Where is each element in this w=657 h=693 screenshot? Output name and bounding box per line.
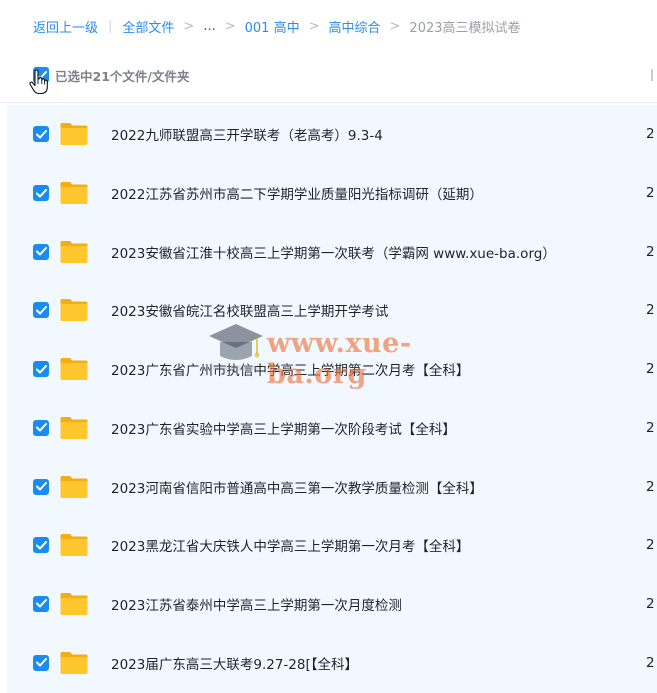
file-name[interactable]: 2023安徽省皖江名校联盟高三上学期开学考试 (111, 300, 388, 320)
checkbox-checked-icon (35, 540, 47, 550)
file-date: 2 (646, 185, 655, 202)
file-name[interactable]: 2022江苏省苏州市高二下学期学业质量阳光指标调研（延期） (111, 183, 483, 203)
row-checkbox[interactable] (33, 654, 49, 671)
breadcrumb-separator: > (389, 18, 401, 34)
list-item[interactable]: 2023河南省信阳市普通高中高三第一次教学质量检测【全科】 2 (7, 457, 657, 516)
checkbox-checked-icon (35, 482, 47, 491)
file-date: 2 (646, 478, 655, 495)
pointer-cursor-icon (29, 69, 48, 95)
row-checkbox[interactable] (33, 302, 49, 319)
selection-count: 已选中21个文件/文件夹 (55, 68, 190, 84)
row-checkbox[interactable] (33, 537, 49, 554)
folder-icon (60, 651, 88, 674)
breadcrumb-separator: > (308, 18, 320, 34)
file-name[interactable]: 2023届广东高三大联考9.27-28[【全科】 (111, 653, 358, 673)
breadcrumb: 返回上一级 | 全部文件 > ... > 001 高中 > 高中综合 > 202… (33, 14, 521, 38)
list-item[interactable]: 2023广东省广州市执信中学高三上学期第二次月考【全科】 2 (7, 340, 657, 399)
file-name[interactable]: 2022九师联盟高三开学联考（老高考）9.3-4 (111, 124, 383, 144)
checkbox-checked-icon (35, 188, 47, 198)
file-name[interactable]: 2023安徽省江淮十校高三上学期第一次联考（学霸网 www.xue-ba.org… (111, 242, 556, 262)
list-item[interactable]: 2023安徽省江淮十校高三上学期第一次联考（学霸网 www.xue-ba.org… (7, 222, 657, 281)
row-checkbox[interactable] (33, 126, 49, 143)
breadcrumb-separator: > (224, 18, 236, 34)
list-item[interactable]: 2023届广东高三大联考9.27-28[【全科】 2 (7, 633, 657, 692)
selection-header: 已选中21个文件/文件夹 (33, 64, 189, 86)
file-date: 2 (646, 361, 655, 378)
row-checkbox[interactable] (33, 243, 49, 260)
folder-icon (60, 592, 88, 615)
row-checkbox[interactable] (33, 185, 49, 202)
list-item[interactable]: 2023江苏省泰州中学高三上学期第一次月度检测 2 (7, 575, 657, 634)
breadcrumb-gaozhong-zonghe[interactable]: 高中综合 (329, 17, 381, 36)
breadcrumb-current: 2023高三模拟试卷 (409, 20, 521, 36)
folder-icon (60, 475, 88, 498)
checkbox-checked-icon (35, 129, 47, 139)
file-name[interactable]: 2023黑龙江省大庆铁人中学高三上学期第一次月考【全科】 (111, 535, 469, 555)
list-item[interactable]: 2023黑龙江省大庆铁人中学高三上学期第一次月考【全科】 2 (7, 516, 657, 575)
file-date: 2 (646, 537, 655, 554)
folder-icon (60, 358, 88, 381)
list-item[interactable]: 2022九师联盟高三开学联考（老高考）9.3-4 2 (7, 105, 657, 164)
file-date: 2 (646, 243, 655, 260)
file-date: 2 (646, 419, 655, 436)
list-item[interactable]: 2023安徽省皖江名校联盟高三上学期开学考试 2 (7, 281, 657, 340)
file-date: 2 (646, 126, 655, 143)
row-checkbox[interactable] (33, 419, 49, 436)
file-name[interactable]: 2023江苏省泰州中学高三上学期第一次月度检测 (111, 594, 402, 614)
file-name[interactable]: 2023广东省实验中学高三上学期第一次阶段考试【全科】 (111, 418, 456, 438)
checkbox-checked-icon (35, 247, 47, 256)
row-checkbox[interactable] (33, 361, 49, 378)
file-list: 2022九师联盟高三开学联考（老高考）9.3-4 2 2022江苏省苏州市高二下学期… (7, 105, 657, 693)
row-checkbox[interactable] (33, 478, 49, 495)
breadcrumb-001-gaozhong[interactable]: 001 高中 (245, 17, 300, 36)
file-name[interactable]: 2023广东省广州市执信中学高三上学期第二次月考【全科】 (111, 359, 469, 379)
breadcrumb-ellipsis[interactable]: ... (203, 19, 215, 34)
checkbox-checked-icon (35, 658, 47, 667)
file-date: 2 (646, 595, 655, 612)
file-name[interactable]: 2023河南省信阳市普通高中高三第一次教学质量检测【全科】 (111, 477, 483, 497)
row-checkbox[interactable] (33, 595, 49, 612)
folder-icon (60, 240, 88, 263)
breadcrumb-all-files[interactable]: 全部文件 (122, 17, 174, 36)
column-header-edge (651, 69, 653, 81)
folder-icon (60, 416, 88, 439)
list-item[interactable]: 2023广东省实验中学高三上学期第一次阶段考试【全科】 2 (7, 399, 657, 458)
folder-icon (60, 123, 88, 146)
checkbox-checked-icon (35, 423, 47, 432)
folder-icon (60, 299, 88, 322)
checkbox-checked-icon (35, 364, 47, 374)
list-item[interactable]: 2022江苏省苏州市高二下学期学业质量阳光指标调研（延期） 2 (7, 164, 657, 223)
checkbox-checked-icon (35, 305, 47, 315)
breadcrumb-divider: | (108, 18, 113, 34)
header-divider (0, 102, 657, 103)
checkbox-checked-icon (35, 599, 47, 608)
breadcrumb-separator: > (183, 18, 195, 34)
folder-icon (60, 182, 88, 205)
file-date: 2 (646, 654, 655, 671)
folder-icon (60, 534, 88, 557)
file-date: 2 (646, 302, 655, 319)
back-link[interactable]: 返回上一级 (33, 17, 98, 36)
